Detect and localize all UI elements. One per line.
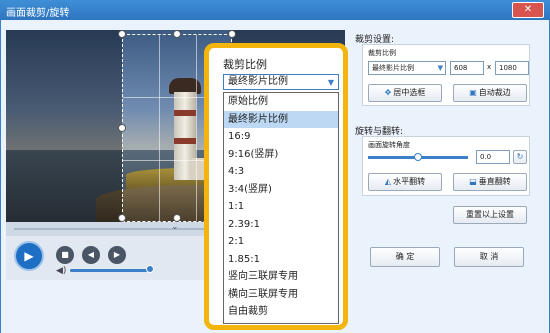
play-button[interactable]: ▶ <box>14 241 44 271</box>
auto-crop-label: 自动裁边 <box>478 88 511 97</box>
dropdown-option[interactable]: 4:3 <box>224 163 338 181</box>
volume-knob[interactable] <box>146 265 154 273</box>
horizontal-flip-button[interactable]: ◭ 水平翻转 <box>368 173 442 191</box>
dropdown-option[interactable]: 2:1 <box>224 233 338 251</box>
crop-handle-left[interactable] <box>118 124 126 132</box>
dropdown-option[interactable]: 1.85:1 <box>224 251 338 269</box>
crop-ratio-value: 最终影片比例 <box>372 64 414 72</box>
dropdown-option[interactable]: 竖向三联屏专用 <box>224 268 338 286</box>
reset-settings-button[interactable]: 重置以上设置 <box>453 206 527 224</box>
rotate-angle-label: 画面旋转角度 <box>368 141 410 149</box>
dropdown-option-selected[interactable]: 最终影片比例 <box>224 110 338 128</box>
volume-icon[interactable]: ◀) <box>56 266 66 276</box>
volume-slider[interactable] <box>70 269 150 272</box>
dropdown-option[interactable]: 9:16(竖屏) <box>224 146 338 164</box>
vertical-flip-button[interactable]: ⬓ 垂直翻转 <box>453 173 527 191</box>
window-title: 画面裁剪/旋转 <box>6 8 70 19</box>
ok-button[interactable]: 确 定 <box>370 247 440 267</box>
crop-grid-line <box>196 35 197 221</box>
center-icon: ✥ <box>384 88 392 97</box>
title-bar: 画面裁剪/旋转 ✕ <box>0 0 550 20</box>
chevron-down-icon: ▼ <box>327 78 334 87</box>
dropdown-option[interactable]: 1:1 <box>224 198 338 216</box>
dropdown-option[interactable]: 16:9 <box>224 128 338 146</box>
crop-ratio-select[interactable]: 最终影片比例 ▼ <box>368 61 446 75</box>
dropdown-option[interactable]: 2.39:1 <box>224 216 338 234</box>
rotate-angle-input[interactable]: 0.0 <box>476 150 510 164</box>
horizontal-flip-label: 水平翻转 <box>393 177 426 186</box>
crop-height-input[interactable]: 1080 <box>495 61 529 75</box>
crop-mask-left <box>6 30 122 222</box>
dropdown-options-list: 原始比例 最终影片比例 16:9 9:16(竖屏) 4:3 3:4(竖屏) 1:… <box>223 92 339 324</box>
dropdown-option[interactable]: 横向三联屏专用 <box>224 286 338 304</box>
vertical-flip-label: 垂直翻转 <box>478 177 511 186</box>
chevron-down-icon: ▼ <box>437 64 443 72</box>
prev-frame-button[interactable]: ◀ <box>82 246 100 264</box>
dropdown-option[interactable]: 自由裁剪 <box>224 303 338 321</box>
crop-handle-top-left[interactable] <box>118 30 126 38</box>
rotate-icon: ↻ <box>516 152 524 161</box>
center-box-label: 居中选框 <box>393 88 426 97</box>
dropdown-label: 裁剪比例 <box>223 58 267 71</box>
cancel-button[interactable]: 取 消 <box>454 247 524 267</box>
timeline-chevron-icon[interactable]: ⌄ <box>171 222 179 232</box>
vertical-flip-icon: ⬓ <box>469 177 477 186</box>
dropdown-option[interactable]: 3:4(竖屏) <box>224 181 338 199</box>
close-button[interactable]: ✕ <box>512 2 544 18</box>
auto-crop-button[interactable]: ▣ 自动裁边 <box>453 84 527 102</box>
center-box-button[interactable]: ✥ 居中选框 <box>368 84 442 102</box>
next-frame-button[interactable]: ▶ <box>108 246 126 264</box>
stop-button[interactable]: ■ <box>56 246 74 264</box>
crop-handle-bottom-left[interactable] <box>118 214 126 222</box>
crop-ratio-dropdown-highlight: 裁剪比例 最终影片比例 ▼ 原始比例 最终影片比例 16:9 9:16(竖屏) … <box>204 43 348 330</box>
dropdown-select[interactable]: 最终影片比例 ▼ <box>223 74 339 90</box>
horizontal-flip-icon: ◭ <box>384 177 392 186</box>
crop-ratio-label: 裁剪比例 <box>368 49 396 57</box>
times-sign: x <box>487 63 492 71</box>
rotate-angle-knob[interactable] <box>414 153 422 161</box>
dropdown-option[interactable]: 原始比例 <box>224 93 338 111</box>
crop-handle-top-right[interactable] <box>228 30 236 38</box>
auto-crop-icon: ▣ <box>469 88 477 97</box>
crop-width-input[interactable]: 608 <box>450 61 484 75</box>
crop-handle-top[interactable] <box>173 30 181 38</box>
crop-grid-line <box>159 35 160 221</box>
dropdown-selected-value: 最终影片比例 <box>228 76 288 87</box>
crop-handle-bottom[interactable] <box>173 214 181 222</box>
rotate-icon-button[interactable]: ↻ <box>513 150 527 164</box>
